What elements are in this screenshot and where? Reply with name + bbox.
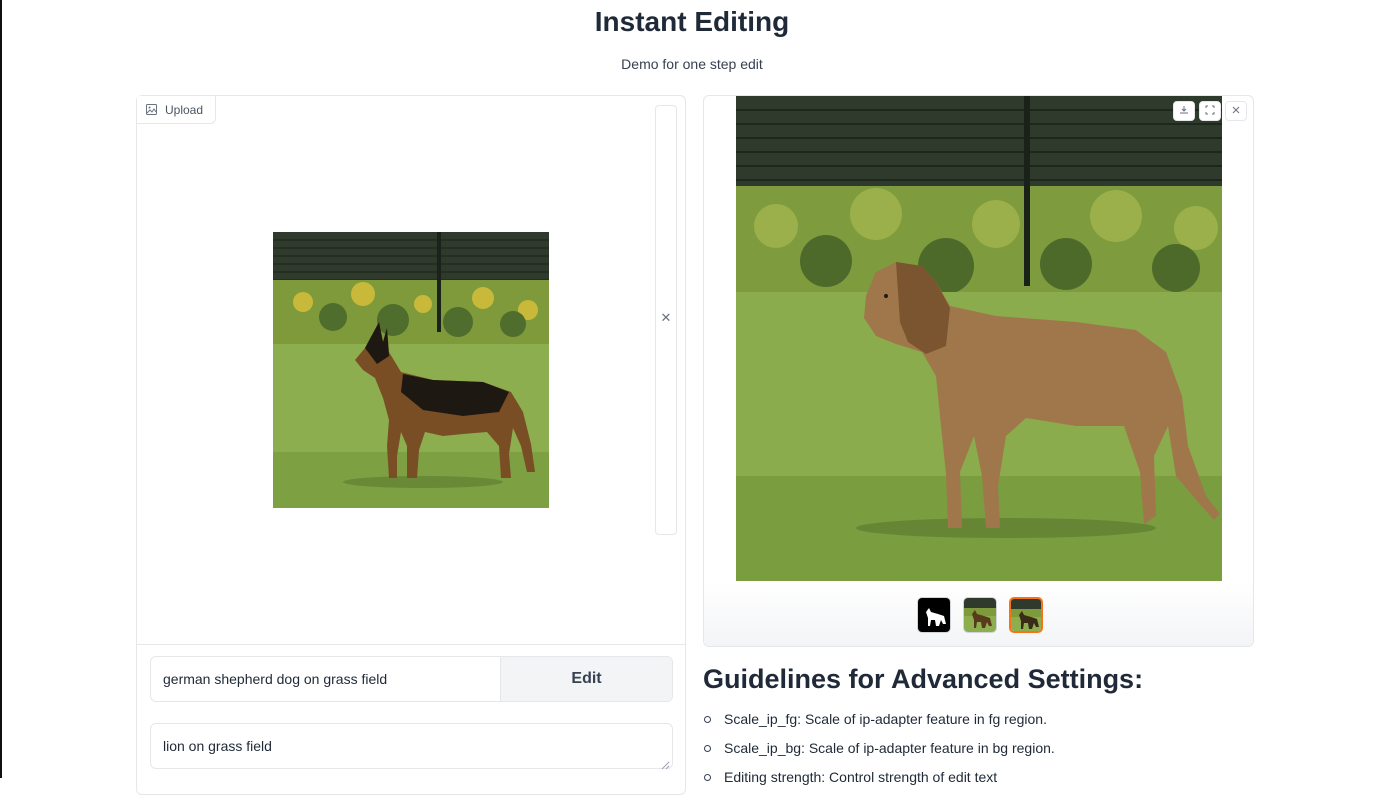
gallery-toolbar	[1173, 101, 1247, 121]
guidelines-list: Scale_ip_fg: Scale of ip-adapter feature…	[703, 708, 1303, 795]
close-icon: ✕	[660, 310, 672, 325]
page-title: Instant Editing	[594, 6, 790, 37]
resize-handle-icon[interactable]	[661, 757, 670, 770]
thumbnail-source[interactable]	[962, 597, 997, 633]
download-icon	[1179, 102, 1189, 120]
input-image-panel: Upload ✕ german shepherd dog on grass fi…	[136, 95, 686, 795]
thumbnail-strip	[704, 582, 1253, 646]
panel-divider	[137, 644, 685, 645]
guideline-item: Scale_ip_fg: Scale of ip-adapter feature…	[703, 708, 1303, 737]
source-image	[273, 232, 549, 508]
fullscreen-button[interactable]	[1199, 101, 1221, 121]
edit-button[interactable]: Edit	[501, 657, 672, 701]
target-prompt-textarea[interactable]: lion on grass field	[150, 723, 673, 770]
result-image[interactable]	[736, 96, 1222, 581]
window-edge	[0, 0, 2, 778]
close-icon	[1231, 102, 1241, 120]
thumbnail-result[interactable]	[1008, 597, 1043, 633]
source-prompt-input[interactable]: german shepherd dog on grass field	[151, 657, 501, 701]
upload-tab-label: Upload	[165, 102, 204, 117]
guidelines-heading: Guidelines for Advanced Settings:	[703, 664, 1144, 694]
thumbnail-mask[interactable]	[916, 597, 951, 633]
output-gallery-panel	[703, 95, 1254, 647]
page-subtitle: Demo for one step edit	[621, 56, 763, 72]
source-prompt-row: german shepherd dog on grass field Edit	[150, 656, 673, 702]
upload-tab[interactable]: Upload	[137, 96, 216, 124]
guideline-item: Editing strength: Control strength of ed…	[703, 766, 1303, 795]
clear-image-button[interactable]: ✕	[659, 311, 673, 325]
close-gallery-button[interactable]	[1225, 101, 1247, 121]
download-button[interactable]	[1173, 101, 1195, 121]
guideline-item: Scale_ip_bg: Scale of ip-adapter feature…	[703, 737, 1303, 766]
image-icon	[146, 104, 157, 115]
fullscreen-icon	[1205, 102, 1215, 120]
target-prompt-text: lion on grass field	[163, 738, 272, 754]
image-canvas[interactable]	[137, 96, 685, 644]
